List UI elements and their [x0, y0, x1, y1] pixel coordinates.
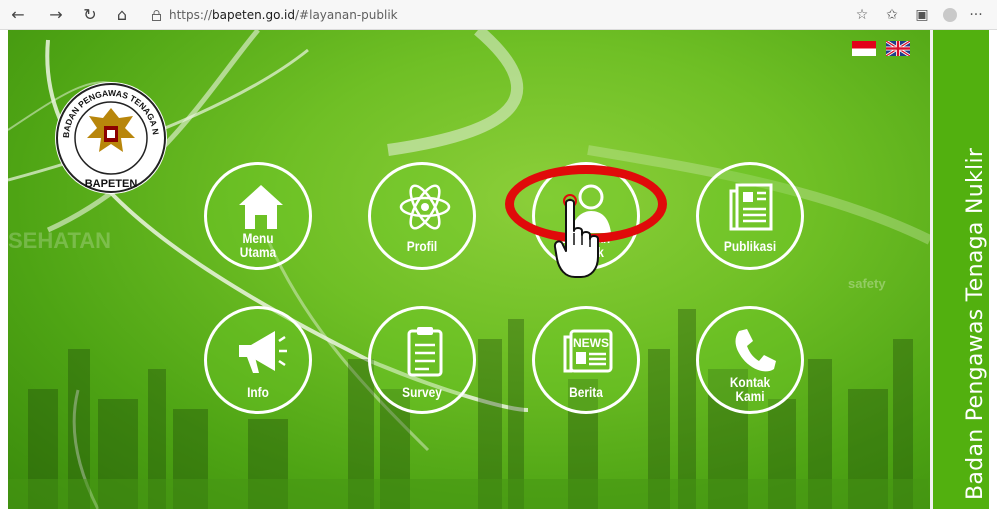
profile-avatar[interactable]	[943, 8, 957, 22]
megaphone-icon	[239, 331, 287, 373]
survey-button[interactable]: Survey	[368, 306, 476, 414]
publikasi-label: Publikasi	[723, 238, 777, 254]
browser-toolbar: ← → ↻ ⌂ https://bapeten.go.id/#layanan-p…	[0, 0, 997, 30]
kontak-kami-button[interactable]: Kontak Kami	[696, 306, 804, 414]
favorites-icon[interactable]: ✩	[882, 5, 902, 25]
publikasi-button[interactable]: Publikasi	[696, 162, 804, 270]
newspaper-icon	[729, 183, 773, 231]
back-icon[interactable]: ←	[8, 5, 28, 25]
collections-icon[interactable]: ▣	[912, 5, 932, 25]
url-host: bapeten.go.id	[212, 8, 296, 22]
refresh-icon[interactable]: ↻	[80, 5, 100, 25]
sidebar-title: Badan Pengawas Tenaga Nuklir	[963, 147, 988, 500]
home-icon	[239, 185, 283, 229]
phone-icon	[735, 329, 776, 372]
more-menu-icon[interactable]: ···	[966, 5, 986, 25]
home-icon[interactable]: ⌂	[112, 5, 132, 25]
survey-label: Survey	[402, 384, 442, 400]
profil-label: Profil	[406, 238, 438, 254]
logo-name: BAPETEN	[85, 178, 138, 190]
kontak-kami-label: Kontak Kami	[729, 374, 771, 404]
info-label: Info	[247, 384, 269, 400]
clipboard-icon	[407, 327, 443, 377]
berita-button[interactable]: NEWS Berita	[532, 306, 640, 414]
address-bar[interactable]: https://bapeten.go.id/#layanan-publik	[152, 4, 398, 26]
page-content: SEHATAN safety BADAN PENGAWAS TENAGA NUK	[8, 30, 989, 509]
sidebar-title-bar: Badan Pengawas Tenaga Nuklir	[930, 30, 989, 509]
uk-flag-icon[interactable]	[886, 41, 910, 56]
background-word-sehatan: SEHATAN	[8, 228, 111, 253]
pointing-hand-icon	[553, 194, 599, 278]
news-icon-text: NEWS	[573, 336, 609, 350]
menu-utama-label: Menu Utama	[239, 230, 277, 260]
berita-label: Berita	[569, 384, 603, 400]
info-button[interactable]: Info	[204, 306, 312, 414]
menu-utama-button[interactable]: Menu Utama	[204, 162, 312, 270]
atom-icon	[399, 184, 451, 230]
url-scheme: https://	[169, 8, 213, 22]
news-icon: NEWS	[563, 329, 613, 373]
profil-button[interactable]: Profil	[368, 162, 476, 270]
indonesia-flag-icon[interactable]	[852, 41, 876, 56]
bapeten-logo[interactable]: BADAN PENGAWAS TENAGA NUKLIR BAPETEN	[53, 80, 169, 196]
lock-icon	[152, 10, 161, 21]
forward-icon[interactable]: →	[46, 5, 66, 25]
url-path: /#layanan-publik	[295, 8, 398, 22]
add-favorite-icon[interactable]: ☆	[852, 5, 872, 25]
